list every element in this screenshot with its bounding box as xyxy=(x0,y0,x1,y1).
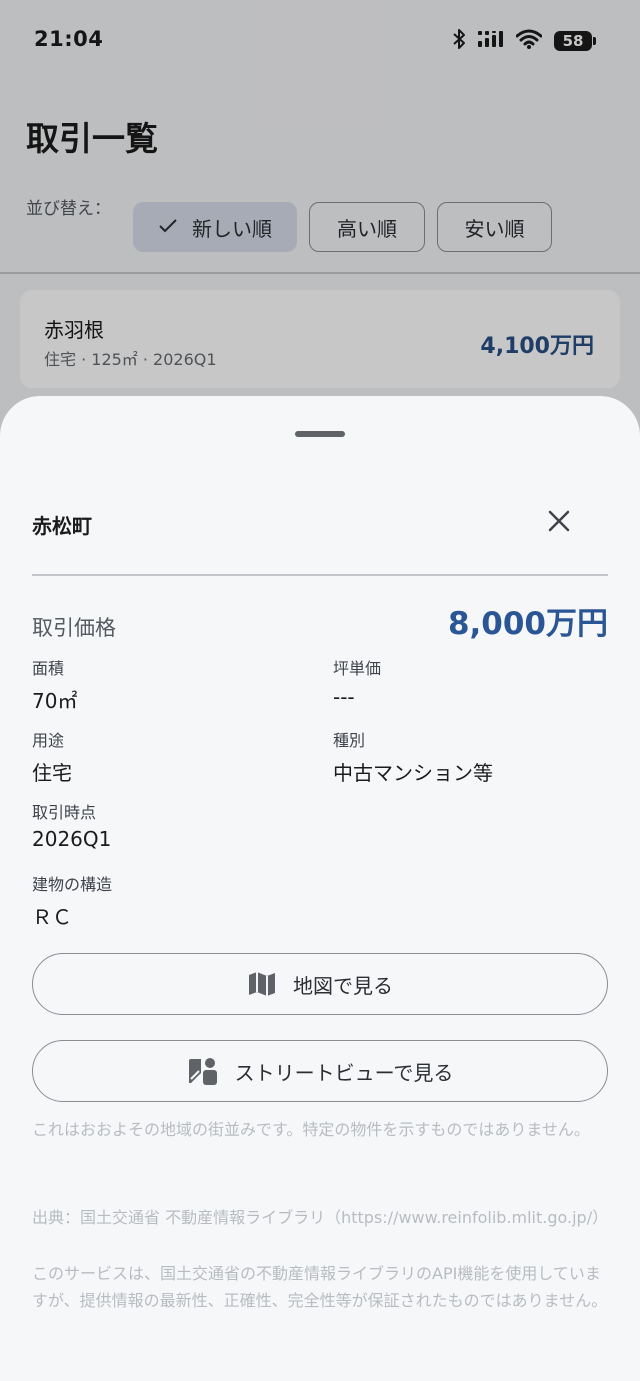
close-button[interactable] xyxy=(540,504,578,542)
sheet-title: 赤松町 xyxy=(32,514,92,538)
structure-label: 建物の構造 xyxy=(32,875,113,894)
price-label: 取引価格 xyxy=(32,616,116,640)
area-label: 面積 xyxy=(32,659,65,678)
source-text: 出典：国土交通省 不動産情報ライブラリ（https://www.reinfoli… xyxy=(32,1208,609,1227)
tsubo-price-value: --- xyxy=(333,685,355,709)
type-value: 中古マンション等 xyxy=(333,761,493,785)
notice-text: このサービスは、国土交通省の不動産情報ライブラリのAPI機能を使用していますが、… xyxy=(32,1264,608,1310)
street-view-icon xyxy=(187,1055,219,1087)
price-value: 8,000万円 xyxy=(447,606,608,642)
close-icon xyxy=(547,509,571,537)
map-icon xyxy=(247,969,277,999)
divider xyxy=(32,574,608,576)
tsubo-price-label: 坪単価 xyxy=(333,659,382,678)
type-label: 種別 xyxy=(333,731,366,750)
use-label: 用途 xyxy=(32,731,65,750)
street-view-button[interactable]: ストリートビューで見る xyxy=(32,1040,608,1102)
period-label: 取引時点 xyxy=(32,803,97,822)
disclaimer-text: これはおおよその地域の街並みです。特定の物件を示すものではありません。 xyxy=(32,1120,590,1139)
period-value: 2026Q1 xyxy=(32,827,112,851)
street-view-button-label: ストリートビューで見る xyxy=(234,1060,454,1085)
map-button-label: 地図で見る xyxy=(293,973,393,998)
structure-value: ＲＣ xyxy=(32,905,72,929)
drag-handle[interactable] xyxy=(295,431,345,437)
detail-bottom-sheet: 赤松町 取引価格 8,000万円 面積 70㎡ 坪単価 --- 用途 住宅 種別… xyxy=(0,396,640,1381)
map-button[interactable]: 地図で見る xyxy=(32,953,608,1015)
area-value: 70㎡ xyxy=(32,689,78,713)
use-value: 住宅 xyxy=(32,761,72,785)
